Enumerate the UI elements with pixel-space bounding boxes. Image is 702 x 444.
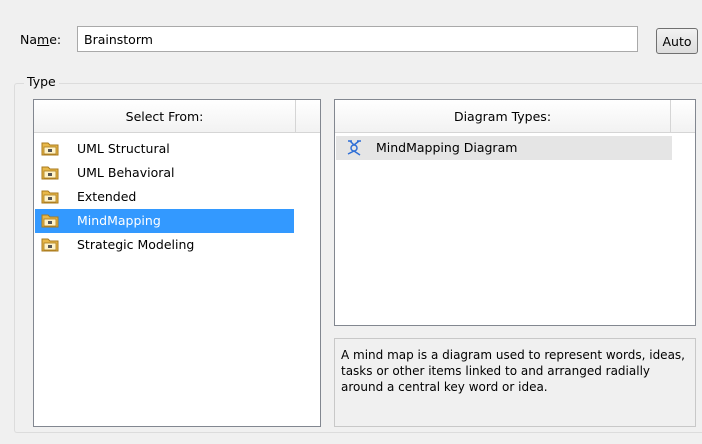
select-from-item-label: MindMapping [77,213,161,228]
package-folder-icon [41,164,59,181]
diagram-types-header[interactable]: Diagram Types: [335,100,695,133]
diagram-type-item-label: MindMapping Diagram [376,140,518,155]
select-from-item[interactable]: UML Structural [35,137,294,161]
select-from-item-label: UML Behavioral [77,165,175,180]
select-from-item[interactable]: UML Behavioral [35,161,294,185]
type-group-label: Type [24,74,59,90]
select-from-item-label: Strategic Modeling [77,237,195,252]
package-folder-icon [41,188,59,205]
select-from-item[interactable]: Extended [35,185,294,209]
diagram-types-header-label: Diagram Types: [335,100,671,132]
auto-button[interactable]: Auto [656,28,698,54]
new-diagram-dialog: Name: Auto Type Select From: UML Structu… [0,0,702,444]
select-from-header-label: Select From: [34,100,296,132]
diagram-type-item[interactable]: MindMapping Diagram [336,136,672,160]
select-from-item[interactable]: Strategic Modeling [35,233,294,257]
diagram-description: A mind map is a diagram used to represen… [334,338,696,427]
package-folder-icon [41,140,59,157]
name-input[interactable] [77,26,638,52]
select-from-item-label: Extended [77,189,137,204]
diagram-types-list[interactable]: Diagram Types: MindMapping Diagram [334,99,696,326]
mindmap-diagram-icon [345,139,363,157]
select-from-list[interactable]: Select From: UML Structural UML Behaviora… [33,99,321,427]
package-folder-icon [41,212,59,229]
select-from-item-label: UML Structural [77,141,170,156]
name-label: Name: [20,32,62,47]
select-from-item[interactable]: MindMapping [35,209,294,233]
package-folder-icon [41,236,59,253]
select-from-header[interactable]: Select From: [34,100,320,133]
